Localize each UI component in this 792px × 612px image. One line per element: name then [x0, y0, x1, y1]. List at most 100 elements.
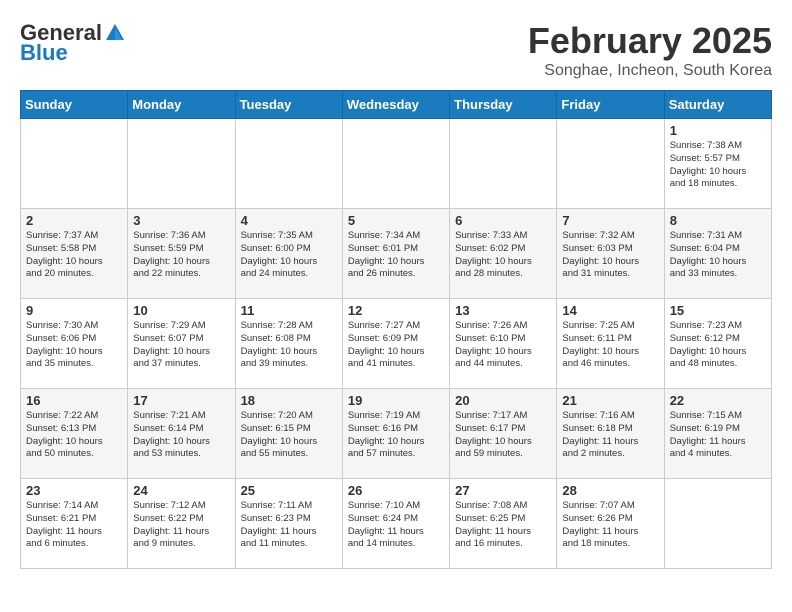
- calendar-cell: [342, 119, 449, 209]
- day-info: Sunrise: 7:29 AM Sunset: 6:07 PM Dayligh…: [133, 320, 229, 371]
- calendar-cell: 8Sunrise: 7:31 AM Sunset: 6:04 PM Daylig…: [664, 209, 771, 299]
- calendar-cell: [664, 479, 771, 569]
- day-number: 22: [670, 393, 766, 408]
- day-info: Sunrise: 7:16 AM Sunset: 6:18 PM Dayligh…: [562, 410, 658, 461]
- day-number: 15: [670, 303, 766, 318]
- day-info: Sunrise: 7:38 AM Sunset: 5:57 PM Dayligh…: [670, 140, 766, 191]
- calendar-week-row: 1 Sunrise: 7:38 AM Sunset: 5:57 PM Daylig…: [21, 119, 772, 209]
- location-subtitle: Songhae, Incheon, South Korea: [528, 62, 772, 80]
- day-number: 7: [562, 213, 658, 228]
- weekday-header-row: SundayMondayTuesdayWednesdayThursdayFrid…: [21, 91, 772, 119]
- day-info: Sunrise: 7:19 AM Sunset: 6:16 PM Dayligh…: [348, 410, 444, 461]
- day-info: Sunrise: 7:15 AM Sunset: 6:19 PM Dayligh…: [670, 410, 766, 461]
- calendar-cell: 7 Sunrise: 7:32 AM Sunset: 6:03 PM Daylig…: [557, 209, 664, 299]
- calendar-week-row: 9 Sunrise: 7:30 AM Sunset: 6:06 PM Daylig…: [21, 299, 772, 389]
- calendar-cell: 18 Sunrise: 7:20 AM Sunset: 6:15 PM Dayli…: [235, 389, 342, 479]
- calendar-cell: 16Sunrise: 7:22 AM Sunset: 6:13 PM Dayli…: [21, 389, 128, 479]
- weekday-header-sunday: Sunday: [21, 91, 128, 119]
- calendar-cell: 13 Sunrise: 7:26 AM Sunset: 6:10 PM Dayli…: [450, 299, 557, 389]
- day-number: 28: [562, 483, 658, 498]
- calendar-cell: 27 Sunrise: 7:08 AM Sunset: 6:25 PM Dayli…: [450, 479, 557, 569]
- calendar-cell: 21Sunrise: 7:16 AM Sunset: 6:18 PM Dayli…: [557, 389, 664, 479]
- logo-blue-text: Blue: [20, 40, 68, 66]
- day-number: 25: [241, 483, 337, 498]
- calendar-cell: 26Sunrise: 7:10 AM Sunset: 6:24 PM Dayli…: [342, 479, 449, 569]
- day-info: Sunrise: 7:34 AM Sunset: 6:01 PM Dayligh…: [348, 230, 444, 281]
- day-number: 3: [133, 213, 229, 228]
- calendar-cell: [557, 119, 664, 209]
- day-number: 20: [455, 393, 551, 408]
- calendar-cell: 28 Sunrise: 7:07 AM Sunset: 6:26 PM Dayli…: [557, 479, 664, 569]
- day-info: Sunrise: 7:37 AM Sunset: 5:58 PM Dayligh…: [26, 230, 122, 281]
- logo: General Blue: [20, 20, 126, 66]
- day-info: Sunrise: 7:30 AM Sunset: 6:06 PM Dayligh…: [26, 320, 122, 371]
- day-number: 16: [26, 393, 122, 408]
- calendar-cell: 6 Sunrise: 7:33 AM Sunset: 6:02 PM Daylig…: [450, 209, 557, 299]
- day-number: 12: [348, 303, 444, 318]
- calendar-cell: 9 Sunrise: 7:30 AM Sunset: 6:06 PM Daylig…: [21, 299, 128, 389]
- calendar-cell: 12 Sunrise: 7:27 AM Sunset: 6:09 PM Dayli…: [342, 299, 449, 389]
- calendar-cell: 2 Sunrise: 7:37 AM Sunset: 5:58 PM Daylig…: [21, 209, 128, 299]
- calendar-cell: 10 Sunrise: 7:29 AM Sunset: 6:07 PM Dayli…: [128, 299, 235, 389]
- day-number: 9: [26, 303, 122, 318]
- calendar-table: SundayMondayTuesdayWednesdayThursdayFrid…: [20, 90, 772, 569]
- calendar-week-row: 16Sunrise: 7:22 AM Sunset: 6:13 PM Dayli…: [21, 389, 772, 479]
- day-info: Sunrise: 7:25 AM Sunset: 6:11 PM Dayligh…: [562, 320, 658, 371]
- day-number: 24: [133, 483, 229, 498]
- day-info: Sunrise: 7:23 AM Sunset: 6:12 PM Dayligh…: [670, 320, 766, 371]
- day-number: 4: [241, 213, 337, 228]
- calendar-cell: 22 Sunrise: 7:15 AM Sunset: 6:19 PM Dayli…: [664, 389, 771, 479]
- calendar-cell: 19 Sunrise: 7:19 AM Sunset: 6:16 PM Dayli…: [342, 389, 449, 479]
- weekday-header-friday: Friday: [557, 91, 664, 119]
- calendar-cell: [128, 119, 235, 209]
- day-info: Sunrise: 7:27 AM Sunset: 6:09 PM Dayligh…: [348, 320, 444, 371]
- calendar-week-row: 23Sunrise: 7:14 AM Sunset: 6:21 PM Dayli…: [21, 479, 772, 569]
- weekday-header-wednesday: Wednesday: [342, 91, 449, 119]
- day-info: Sunrise: 7:26 AM Sunset: 6:10 PM Dayligh…: [455, 320, 551, 371]
- day-number: 6: [455, 213, 551, 228]
- day-info: Sunrise: 7:28 AM Sunset: 6:08 PM Dayligh…: [241, 320, 337, 371]
- calendar-cell: 11 Sunrise: 7:28 AM Sunset: 6:08 PM Dayli…: [235, 299, 342, 389]
- calendar-cell: 5 Sunrise: 7:34 AM Sunset: 6:01 PM Daylig…: [342, 209, 449, 299]
- weekday-header-tuesday: Tuesday: [235, 91, 342, 119]
- day-number: 19: [348, 393, 444, 408]
- header: General Blue February 2025 Songhae, Inch…: [20, 20, 772, 80]
- day-info: Sunrise: 7:07 AM Sunset: 6:26 PM Dayligh…: [562, 500, 658, 551]
- day-info: Sunrise: 7:35 AM Sunset: 6:00 PM Dayligh…: [241, 230, 337, 281]
- weekday-header-monday: Monday: [128, 91, 235, 119]
- day-number: 2: [26, 213, 122, 228]
- weekday-header-thursday: Thursday: [450, 91, 557, 119]
- calendar-cell: [21, 119, 128, 209]
- title-area: February 2025 Songhae, Incheon, South Ko…: [528, 20, 772, 80]
- day-info: Sunrise: 7:21 AM Sunset: 6:14 PM Dayligh…: [133, 410, 229, 461]
- logo-icon: [104, 22, 126, 44]
- day-number: 18: [241, 393, 337, 408]
- weekday-header-saturday: Saturday: [664, 91, 771, 119]
- calendar-cell: 17 Sunrise: 7:21 AM Sunset: 6:14 PM Dayli…: [128, 389, 235, 479]
- day-info: Sunrise: 7:32 AM Sunset: 6:03 PM Dayligh…: [562, 230, 658, 281]
- calendar-cell: 4 Sunrise: 7:35 AM Sunset: 6:00 PM Daylig…: [235, 209, 342, 299]
- day-number: 14: [562, 303, 658, 318]
- calendar-cell: [450, 119, 557, 209]
- calendar-cell: [235, 119, 342, 209]
- day-info: Sunrise: 7:10 AM Sunset: 6:24 PM Dayligh…: [348, 500, 444, 551]
- day-info: Sunrise: 7:20 AM Sunset: 6:15 PM Dayligh…: [241, 410, 337, 461]
- calendar-cell: 20Sunrise: 7:17 AM Sunset: 6:17 PM Dayli…: [450, 389, 557, 479]
- day-number: 23: [26, 483, 122, 498]
- day-info: Sunrise: 7:31 AM Sunset: 6:04 PM Dayligh…: [670, 230, 766, 281]
- day-number: 27: [455, 483, 551, 498]
- calendar-cell: 14 Sunrise: 7:25 AM Sunset: 6:11 PM Dayli…: [557, 299, 664, 389]
- day-info: Sunrise: 7:11 AM Sunset: 6:23 PM Dayligh…: [241, 500, 337, 551]
- day-number: 10: [133, 303, 229, 318]
- day-number: 13: [455, 303, 551, 318]
- day-number: 11: [241, 303, 337, 318]
- day-info: Sunrise: 7:33 AM Sunset: 6:02 PM Dayligh…: [455, 230, 551, 281]
- day-number: 5: [348, 213, 444, 228]
- calendar-cell: 1 Sunrise: 7:38 AM Sunset: 5:57 PM Daylig…: [664, 119, 771, 209]
- day-info: Sunrise: 7:08 AM Sunset: 6:25 PM Dayligh…: [455, 500, 551, 551]
- calendar-cell: 3Sunrise: 7:36 AM Sunset: 5:59 PM Daylig…: [128, 209, 235, 299]
- day-number: 17: [133, 393, 229, 408]
- calendar-week-row: 2 Sunrise: 7:37 AM Sunset: 5:58 PM Daylig…: [21, 209, 772, 299]
- day-number: 1: [670, 123, 766, 138]
- calendar-cell: 15 Sunrise: 7:23 AM Sunset: 6:12 PM Dayli…: [664, 299, 771, 389]
